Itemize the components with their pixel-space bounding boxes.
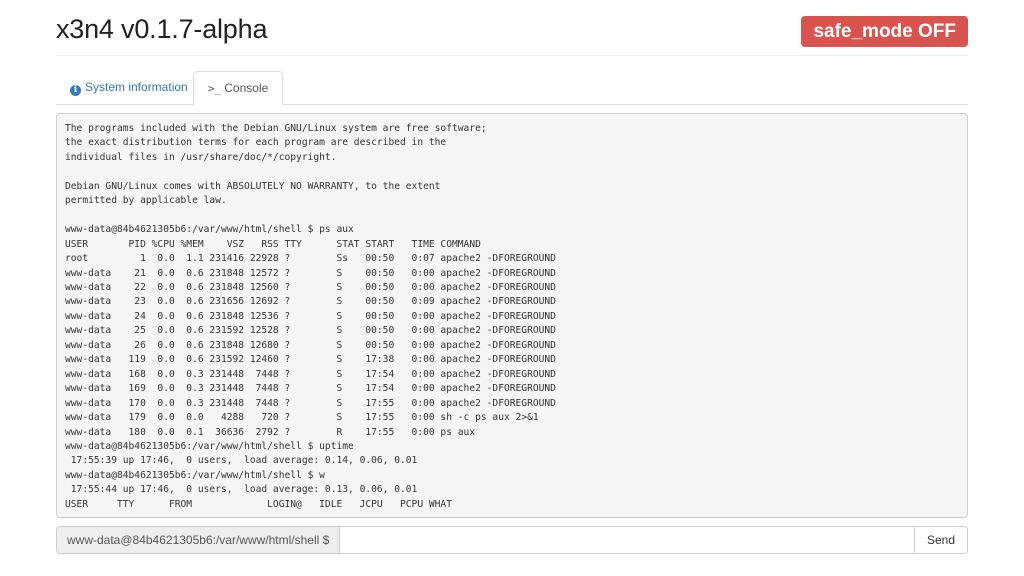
page-title: x3n4 v0.1.7-alpha [56, 14, 268, 44]
command-input[interactable] [340, 526, 914, 554]
send-button[interactable]: Send [913, 526, 968, 554]
page-header: x3n4 v0.1.7-alpha safe_mode OFF [56, 0, 968, 56]
tab-label: System information [85, 80, 188, 94]
terminal-prompt-icon: >_ [208, 82, 222, 95]
tab-system-information[interactable]: i System information [56, 71, 202, 105]
tab-label: Console [224, 81, 269, 95]
console-text: The programs included with the Debian GN… [65, 123, 556, 510]
shell-prompt-label: www-data@84b4621305b6:/var/www/html/shel… [56, 526, 341, 554]
console-output[interactable]: The programs included with the Debian GN… [56, 113, 968, 518]
info-icon: i [70, 85, 81, 96]
tab-console[interactable]: >_ Console [193, 71, 284, 106]
command-input-group: www-data@84b4621305b6:/var/www/html/shel… [56, 526, 968, 554]
safe-mode-badge: safe_mode OFF [801, 16, 968, 47]
tab-bar: i System information >_ Console [56, 71, 968, 106]
